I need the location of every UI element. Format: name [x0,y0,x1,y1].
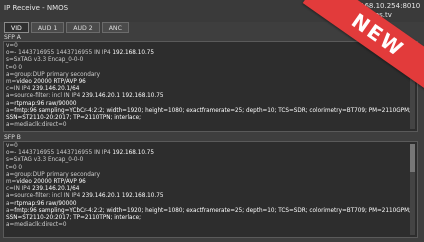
sdp-line: v=0 [6,143,407,150]
sdp-line: o=- 1443716955 1443716955 IN IP4 192.168… [6,150,407,157]
window-title: IP Receive - NMOS [4,4,69,12]
sdp-line-value: video 20000 RTP/AVP 96 [16,179,86,186]
sdp-line-prefix: v=0 [6,143,18,149]
tab-aud-1[interactable]: AUD 1 [30,22,65,33]
sdp-line: m=video 20000 RTP/AVP 96 [6,79,407,86]
sdp-line: a=mediaclk:direct=0 [6,122,407,129]
sdp-line: s=SxTAG v3.3 Encap_0-0-0 [6,57,407,64]
sdp-line-prefix: c=IN IP4 [6,86,33,93]
sdp-line: a=rtpmap:96 raw/90000 [6,101,407,108]
sdp-line-value: 192.168.10.75 [112,150,154,157]
sfp-a-sdp-panel[interactable]: v=0 o=- 1443716955 1443716955 IN IP4 192.… [3,41,418,132]
sdp-line-value: fmtp:96 sampling=YCbCr-4:2:2; width=1920… [14,207,411,214]
sdp-line-prefix: v=0 [6,43,18,49]
sdp-line-prefix: a=group:DUP primary secondary [6,71,101,78]
sdp-line: a=rtpmap:96 raw/90000 [6,201,407,208]
sdp-line-value: rtpmap:96 raw/90000 [14,200,77,207]
sdp-line-prefix: a=source-filter: incl IN IP4 [6,193,83,200]
sdp-line-prefix: t=0 0 [6,64,23,71]
sdp-line-prefix: m= [6,79,17,86]
sdp-line: c=IN IP4 239.146.20.1/64 [6,186,407,193]
sfp-b-scrollbar[interactable] [410,144,415,235]
sfp-b-sdp-panel[interactable]: v=0 o=- 1443716955 1443716955 IN IP4 192.… [3,141,418,238]
sdp-line-prefix: s=SxTAG v3.3 Encap_0-0-0 [6,157,84,164]
stream-tabs: VID AUD 1 AUD 2 ANC [4,22,129,34]
sdp-line-value: 192.168.10.75 [112,50,154,57]
sfp-b-label: SFP B [4,134,21,141]
tab-anc[interactable]: ANC [101,22,129,33]
sdp-line-prefix: o=- 1443716955 1443716955 IN IP4 [6,150,113,157]
sdp-line: c=IN IP4 239.146.20.1/64 [6,86,407,93]
sfp-b-sdp-text: v=0 o=- 1443716955 1443716955 IN IP4 192.… [6,143,411,229]
sdp-line-prefix: m= [6,179,17,186]
sdp-line: t=0 0 [6,65,407,72]
sdp-line-value: 239.146.20.1 192.168.10.75 [82,93,164,100]
tab-vid[interactable]: VID [4,22,29,33]
sdp-line: a=source-filter: incl IN IP4 239.146.20.… [6,193,407,200]
sdp-line: a=group:DUP primary secondary [6,172,407,179]
tab-aud-2[interactable]: AUD 2 [66,22,100,33]
sdp-line-prefix: c=IN IP4 [6,186,33,193]
sdp-line: a=fmtp:96 sampling=YCbCr-4:2:2; width=19… [6,108,411,115]
sdp-line-value: 239.146.20.1/64 [32,186,80,193]
sdp-line-prefix: a=mediaclk:direct=0 [6,122,67,129]
sdp-line: SSN=ST2110-20:2017; TP=2110TPN; interlac… [6,115,407,122]
sfp-a-sdp-text: v=0 o=- 1443716955 1443716955 IN IP4 192.… [6,43,411,129]
sfp-a-label: SFP A [4,34,21,41]
sdp-line-prefix: a=mediaclk:direct=0 [6,222,67,229]
sdp-line-prefix: t=0 0 [6,164,23,171]
sdp-line-prefix: a=source-filter: incl IN IP4 [6,93,83,100]
sdp-line: a=source-filter: incl IN IP4 239.146.20.… [6,93,407,100]
sdp-line-value: fmtp:96 sampling=YCbCr-4:2:2; width=1920… [14,107,411,114]
sdp-line: o=- 1443716955 1443716955 IN IP4 192.168… [6,50,407,57]
sdp-line: SSN=ST2110-20:2017; TP=2110TPN; interlac… [6,215,407,222]
sdp-line-value: SSN=ST2110-20:2017; TP=2110TPN; interlac… [6,215,142,222]
sdp-line-prefix: s=SxTAG v3.3 Encap_0-0-0 [6,57,84,64]
sdp-line: a=group:DUP primary secondary [6,72,407,79]
sdp-line: t=0 0 [6,165,407,172]
sdp-line-value: video 20000 RTP/AVP 96 [16,79,86,86]
sdp-line-prefix: a=group:DUP primary secondary [6,171,101,178]
sdp-line: a=mediaclk:direct=0 [6,222,407,229]
scroll-thumb[interactable] [410,144,415,172]
sdp-line-value: rtpmap:96 raw/90000 [14,100,77,107]
sdp-line-value: 239.146.20.1 192.168.10.75 [82,193,164,200]
sdp-line: m=video 20000 RTP/AVP 96 [6,179,407,186]
sdp-line-value: 239.146.20.1/64 [32,86,80,93]
sdp-line-value: SSN=ST2110-20:2017; TP=2110TPN; interlac… [6,115,142,122]
sdp-line-prefix: o=- 1443716955 1443716955 IN IP4 [6,50,113,57]
sdp-line: a=fmtp:96 sampling=YCbCr-4:2:2; width=19… [6,208,411,215]
sdp-line: s=SxTAG v3.3 Encap_0-0-0 [6,157,407,164]
sdp-line: v=0 [6,43,407,50]
